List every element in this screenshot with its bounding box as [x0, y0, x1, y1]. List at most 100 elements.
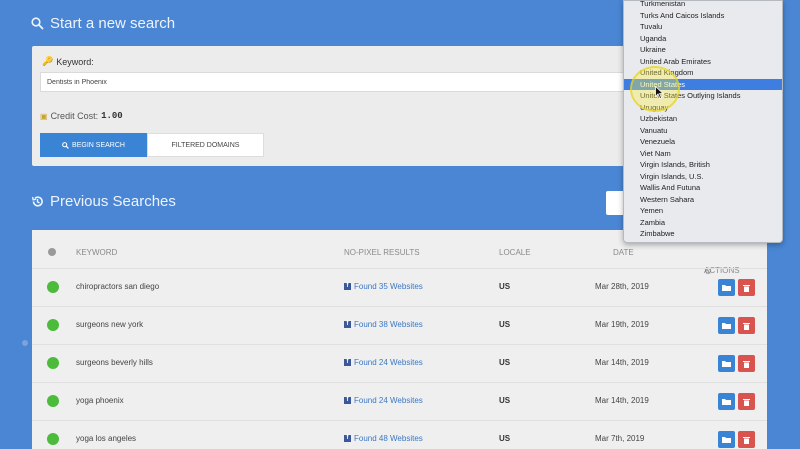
trash-icon: [743, 398, 750, 406]
dropdown-option[interactable]: Wallis And Futuna: [624, 182, 782, 194]
new-search-heading: Start a new search: [31, 15, 175, 32]
new-search-title: Start a new search: [50, 15, 176, 32]
dropdown-option[interactable]: United States Outlying Islands: [624, 90, 782, 102]
row-results-label: Found 48 Websites: [354, 434, 423, 443]
key-icon: 🔑: [42, 56, 54, 66]
open-button[interactable]: [718, 431, 735, 448]
folder-icon: [722, 399, 731, 405]
search-icon: [31, 17, 44, 30]
folder-icon: [722, 285, 731, 291]
dropdown-option[interactable]: Turks And Caicos Islands: [624, 10, 782, 22]
row-date: Mar 28th, 2019: [595, 282, 649, 291]
status-dot: [47, 395, 59, 407]
row-results-label: Found 35 Websites: [354, 282, 423, 291]
folder-icon: [722, 361, 731, 367]
coin-icon: ▣: [40, 111, 48, 121]
side-indicator: [22, 340, 28, 346]
table-row: chiropractors san diego f Found 35 Websit…: [32, 268, 767, 306]
row-keyword: surgeons new york: [76, 320, 144, 329]
begin-search-button[interactable]: BEGIN SEARCH: [40, 133, 147, 157]
table-row: yoga phoenix f Found 24 Websites US Mar 1…: [32, 382, 767, 420]
table-row: yoga los angeles f Found 48 Websites US M…: [32, 420, 767, 449]
history-icon: [31, 196, 43, 207]
row-date: Mar 14th, 2019: [595, 396, 649, 405]
locale-dropdown-list[interactable]: Turkmenistan Turks And Caicos Islands Tu…: [623, 0, 783, 243]
dropdown-option[interactable]: Venezuela: [624, 136, 782, 148]
credit-label: Credit Cost:: [50, 111, 99, 121]
row-results-link[interactable]: f Found 48 Websites: [344, 434, 423, 443]
delete-button[interactable]: [738, 317, 755, 334]
row-results-link[interactable]: f Found 24 Websites: [344, 396, 423, 405]
dropdown-option[interactable]: Viet Nam: [624, 148, 782, 160]
delete-button[interactable]: [738, 279, 755, 296]
dropdown-option[interactable]: Zimbabwe: [624, 228, 782, 240]
facebook-icon: f: [344, 283, 351, 290]
filtered-domains-button[interactable]: FILTERED DOMAINS: [147, 133, 264, 157]
row-keyword: surgeons beverly hills: [76, 358, 153, 367]
keyword-label-row: 🔑 Keyword:: [42, 56, 94, 67]
dropdown-option[interactable]: Virgin Islands, U.S.: [624, 171, 782, 183]
keyword-label: Keyword:: [56, 56, 94, 67]
credit-value: 1.00: [101, 111, 123, 121]
row-date: Mar 19th, 2019: [595, 320, 649, 329]
status-dot: [47, 281, 59, 293]
row-keyword: yoga phoenix: [76, 396, 124, 405]
dropdown-option[interactable]: Uzbekistan: [624, 113, 782, 125]
dropdown-option[interactable]: Turkmenistan: [624, 1, 782, 10]
open-button[interactable]: [718, 279, 735, 296]
row-locale: US: [499, 358, 511, 367]
delete-button[interactable]: [738, 355, 755, 372]
row-results-link[interactable]: f Found 38 Websites: [344, 320, 423, 329]
facebook-icon: f: [344, 359, 351, 366]
previous-searches-title: Previous Searches: [50, 193, 176, 210]
dropdown-option[interactable]: Uganda: [624, 33, 782, 45]
status-dot: [47, 433, 59, 445]
delete-button[interactable]: [738, 393, 755, 410]
row-keyword: yoga los angeles: [76, 434, 137, 443]
trash-icon: [743, 322, 750, 330]
dropdown-option-selected[interactable]: United States: [624, 78, 782, 90]
dropdown-option[interactable]: Western Sahara: [624, 194, 782, 206]
header-date: DATE: [613, 248, 634, 257]
trash-icon: [743, 360, 750, 368]
row-results-link[interactable]: f Found 24 Websites: [344, 358, 423, 367]
open-button[interactable]: [718, 355, 735, 372]
table-row: surgeons new york f Found 38 Websites US …: [32, 306, 767, 344]
facebook-icon: f: [344, 397, 351, 404]
table-row: surgeons beverly hills f Found 24 Website…: [32, 344, 767, 382]
row-date: Mar 7th, 2019: [595, 434, 645, 443]
row-results-label: Found 24 Websites: [354, 358, 423, 367]
previous-searches-heading: Previous Searches: [31, 193, 176, 210]
dropdown-option[interactable]: Yemen: [624, 205, 782, 217]
header-results: NO-PIXEL RESULTS: [344, 248, 420, 257]
status-dot: [47, 319, 59, 331]
folder-icon: [722, 323, 731, 329]
dropdown-option[interactable]: Zambia: [624, 217, 782, 229]
row-results-link[interactable]: f Found 35 Websites: [344, 282, 423, 291]
open-button[interactable]: [718, 393, 735, 410]
row-locale: US: [499, 396, 511, 405]
credit-cost: ▣ Credit Cost: 1.00: [40, 111, 123, 121]
previous-searches-table: KEYWORD NO-PIXEL RESULTS LOCALE DATE ACT…: [32, 230, 767, 449]
dropdown-option[interactable]: Uruguay: [624, 102, 782, 114]
header-keyword: KEYWORD: [76, 248, 118, 257]
open-button[interactable]: [718, 317, 735, 334]
row-locale: US: [499, 282, 511, 291]
status-dot: [47, 357, 59, 369]
dropdown-option[interactable]: United Arab Emirates: [624, 56, 782, 68]
dropdown-option[interactable]: Virgin Islands, British: [624, 159, 782, 171]
dropdown-option[interactable]: United Kingdom: [624, 67, 782, 79]
header-locale: LOCALE: [499, 248, 531, 257]
dropdown-option[interactable]: Tuvalu: [624, 21, 782, 33]
dropdown-option[interactable]: Ukraine: [624, 44, 782, 56]
begin-search-label: BEGIN SEARCH: [72, 141, 125, 149]
row-keyword: chiropractors san diego: [76, 282, 160, 291]
delete-button[interactable]: [738, 431, 755, 448]
row-date: Mar 14th, 2019: [595, 358, 649, 367]
row-results-label: Found 38 Websites: [354, 320, 423, 329]
keyword-input[interactable]: [40, 72, 630, 92]
dropdown-option[interactable]: Vanuatu: [624, 125, 782, 137]
folder-icon: [722, 437, 731, 443]
search-form: 🔑 Keyword: ▣ Credit Cost: 1.00 BEGIN SEA…: [32, 46, 632, 166]
trash-icon: [743, 436, 750, 444]
